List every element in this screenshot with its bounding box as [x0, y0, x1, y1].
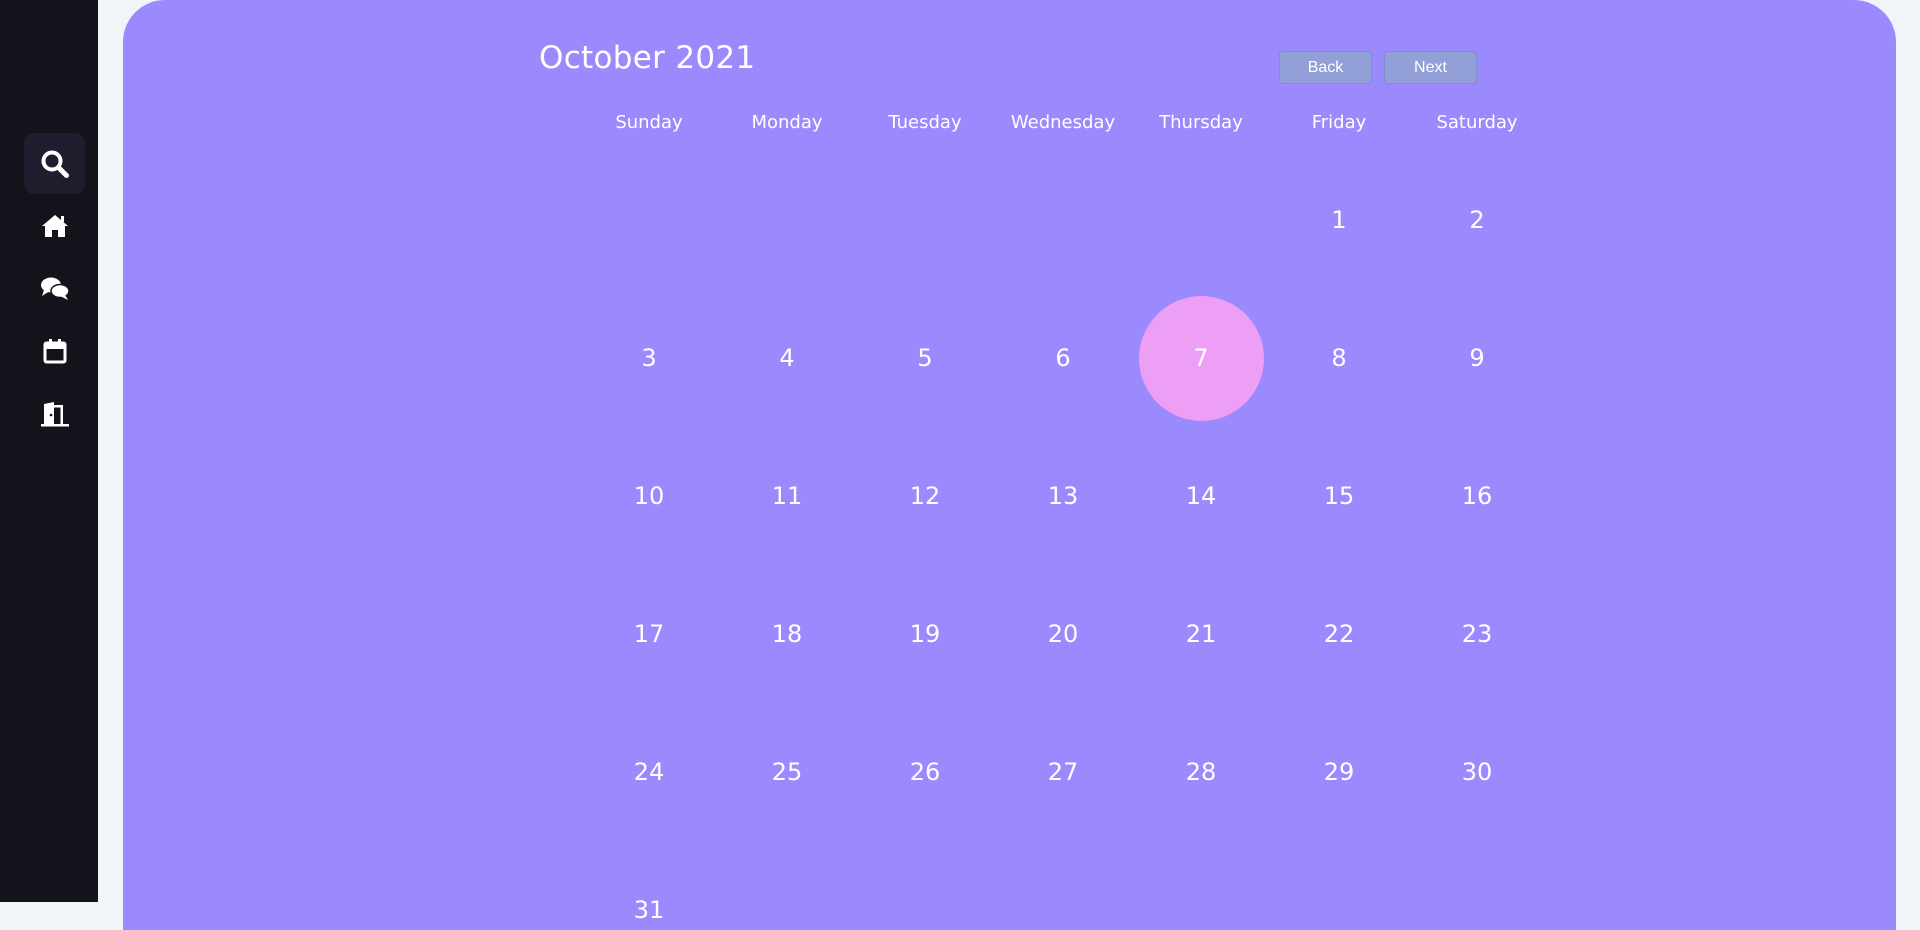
- day-cell[interactable]: 10: [580, 476, 718, 516]
- day-cell[interactable]: 3: [580, 338, 718, 378]
- back-button[interactable]: Back: [1279, 51, 1372, 84]
- calendar-panel: October 2021 Back Next Sunday Monday Tuesd…: [123, 0, 1896, 930]
- search-icon: [41, 150, 69, 178]
- nav-home[interactable]: [24, 195, 85, 256]
- day-cell[interactable]: 9: [1408, 338, 1546, 378]
- day-cell[interactable]: 5: [856, 338, 994, 378]
- day-cell[interactable]: 31: [580, 890, 718, 930]
- day-cell[interactable]: 13: [994, 476, 1132, 516]
- day-cell[interactable]: 12: [856, 476, 994, 516]
- month-title: October 2021: [539, 40, 756, 76]
- day-cell[interactable]: 28: [1132, 752, 1270, 792]
- day-cell[interactable]: 6: [994, 338, 1132, 378]
- selected-day[interactable]: 7: [1132, 338, 1270, 378]
- day-cell[interactable]: 11: [718, 476, 856, 516]
- next-button[interactable]: Next: [1384, 51, 1477, 84]
- weekday-thursday: Thursday: [1159, 112, 1243, 133]
- day-cell[interactable]: 14: [1132, 476, 1270, 516]
- sidebar: [0, 0, 98, 902]
- weekday-wednesday: Wednesday: [1010, 112, 1116, 133]
- nav-chat[interactable]: [24, 258, 85, 319]
- day-cell[interactable]: 30: [1408, 752, 1546, 792]
- day-cell[interactable]: 23: [1408, 614, 1546, 654]
- weekday-tuesday: Tuesday: [888, 112, 962, 133]
- day-cell[interactable]: 4: [718, 338, 856, 378]
- day-cell[interactable]: 25: [718, 752, 856, 792]
- day-cell[interactable]: 19: [856, 614, 994, 654]
- day-cell[interactable]: 8: [1270, 338, 1408, 378]
- home-icon: [41, 214, 68, 237]
- nav-calendar[interactable]: [24, 320, 85, 381]
- nav-logout[interactable]: [24, 383, 85, 444]
- weekday-friday: Friday: [1311, 112, 1367, 133]
- day-cell[interactable]: 20: [994, 614, 1132, 654]
- calendar-icon: [43, 338, 66, 363]
- day-cell[interactable]: 18: [718, 614, 856, 654]
- day-cell[interactable]: 1: [1270, 200, 1408, 240]
- day-cell[interactable]: 16: [1408, 476, 1546, 516]
- day-cell[interactable]: 24: [580, 752, 718, 792]
- day-cell[interactable]: 26: [856, 752, 994, 792]
- chat-icon: [40, 277, 70, 300]
- day-cell[interactable]: 27: [994, 752, 1132, 792]
- day-cell[interactable]: 15: [1270, 476, 1408, 516]
- day-cell[interactable]: 17: [580, 614, 718, 654]
- day-cell[interactable]: 29: [1270, 752, 1408, 792]
- day-cell[interactable]: 2: [1408, 200, 1546, 240]
- weekday-saturday: Saturday: [1436, 112, 1518, 133]
- nav-search[interactable]: [24, 133, 85, 194]
- weekday-monday: Monday: [751, 112, 823, 133]
- logout-door-icon: [40, 401, 69, 426]
- day-cell[interactable]: 22: [1270, 614, 1408, 654]
- day-cell[interactable]: 21: [1132, 614, 1270, 654]
- weekday-sunday: Sunday: [615, 112, 683, 133]
